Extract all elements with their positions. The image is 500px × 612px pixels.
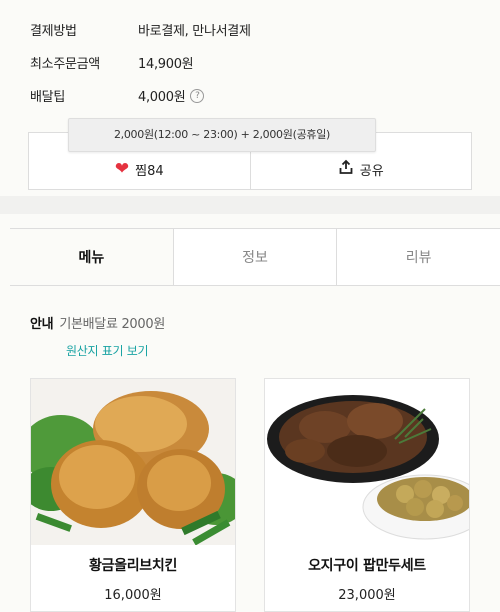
delivery-notice: 안내 기본배달료 2000원 bbox=[30, 313, 165, 332]
share-icon bbox=[338, 159, 354, 179]
share-label: 공유 bbox=[359, 163, 384, 179]
section-divider bbox=[0, 196, 500, 214]
tab-menu[interactable]: 메뉴 bbox=[10, 229, 173, 285]
question-circle-icon[interactable]: ? bbox=[190, 88, 205, 103]
tab-bar: 메뉴 정보 리뷰 bbox=[10, 228, 500, 286]
origin-info-link[interactable]: 원산지 표기 보기 bbox=[66, 342, 149, 359]
heart-icon: ❤ bbox=[114, 158, 130, 179]
roasted-wings-dumplings-photo bbox=[265, 379, 469, 545]
delivery-tip-value-wrap: 4,000원 ? bbox=[138, 86, 205, 105]
payment-method-row: 결제방법 바로결제, 만나서결제 bbox=[30, 20, 251, 39]
payment-method-label: 결제방법 bbox=[30, 24, 77, 39]
menu-item-price: 23,000원 bbox=[338, 588, 396, 603]
delivery-tip-tooltip: 2,000원(12:00 ~ 23:00) + 2,000원(공휴일) bbox=[68, 118, 376, 152]
menu-item-card[interactable]: 황금올리브치킨 16,000원 bbox=[30, 378, 236, 612]
menu-item-price: 16,000원 bbox=[104, 588, 162, 603]
min-order-row: 최소주문금액 14,900원 bbox=[30, 53, 194, 72]
payment-method-value: 바로결제, 만나서결제 bbox=[138, 24, 251, 39]
favorite-label: 찜84 bbox=[135, 163, 164, 179]
min-order-value: 14,900원 bbox=[138, 57, 194, 72]
menu-item-name: 오지구이 팝만두세트 bbox=[308, 558, 426, 574]
menu-item-name: 황금올리브치킨 bbox=[88, 558, 178, 574]
menu-item-card[interactable]: 오지구이 팝만두세트 23,000원 bbox=[264, 378, 470, 612]
fried-chicken-photo bbox=[31, 379, 235, 545]
delivery-tip-label: 배달팁 bbox=[30, 90, 65, 105]
notice-text: 기본배달료 2000원 bbox=[59, 317, 166, 332]
notice-tag: 안내 bbox=[30, 317, 54, 332]
delivery-tip-row: 배달팁 4,000원 ? bbox=[30, 86, 205, 105]
tab-info[interactable]: 정보 bbox=[172, 229, 337, 285]
tab-reviews[interactable]: 리뷰 bbox=[336, 229, 500, 285]
min-order-label: 최소주문금액 bbox=[30, 57, 100, 72]
delivery-tip-value: 4,000원 bbox=[138, 90, 186, 105]
